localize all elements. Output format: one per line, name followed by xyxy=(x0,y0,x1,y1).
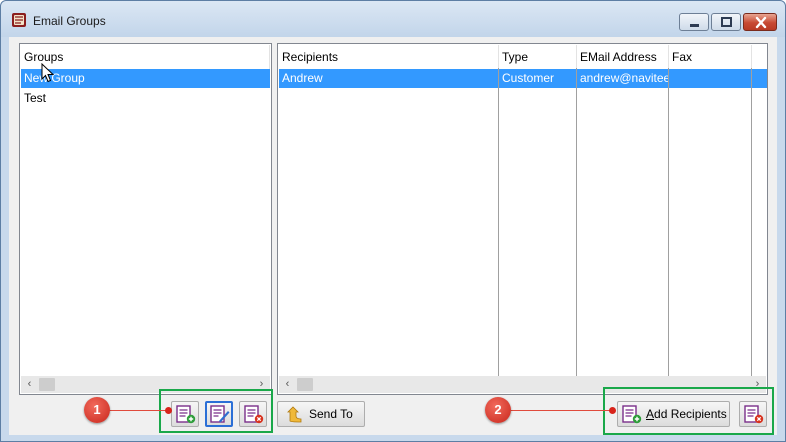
callout-line-1 xyxy=(109,410,169,411)
groups-list[interactable]: Groups New Group Test ‹ › xyxy=(19,43,272,395)
client-area: Groups New Group Test ‹ › Recipients Typ… xyxy=(9,37,777,435)
column-divider xyxy=(576,68,577,376)
column-divider xyxy=(751,68,752,376)
maximize-button[interactable] xyxy=(711,13,741,31)
column-header-fax[interactable]: Fax xyxy=(669,45,752,69)
mouse-cursor-icon xyxy=(41,63,55,83)
email-groups-window: Email Groups Groups New Group Test ‹ › R… xyxy=(0,0,786,442)
column-header-email[interactable]: EMail Address xyxy=(577,45,669,69)
scroll-thumb[interactable] xyxy=(297,378,313,391)
cell-recipient: Andrew xyxy=(282,71,323,85)
cell-fax xyxy=(669,69,752,88)
scroll-left-icon[interactable]: ‹ xyxy=(279,376,296,393)
highlight-box-recipient-buttons xyxy=(603,387,774,435)
list-item[interactable]: Test xyxy=(21,89,270,108)
window-title: Email Groups xyxy=(33,14,106,28)
table-row[interactable]: Andrew Customer andrew@naviteer.c xyxy=(279,69,767,88)
groups-column-header[interactable]: Groups xyxy=(21,45,270,69)
column-header-type[interactable]: Type xyxy=(499,45,577,69)
title-bar[interactable]: Email Groups xyxy=(1,1,785,37)
close-icon xyxy=(755,16,767,29)
close-button[interactable] xyxy=(743,13,777,31)
column-header-recipients[interactable]: Recipients xyxy=(279,45,499,69)
minimize-icon xyxy=(690,24,699,27)
cell-type: Customer xyxy=(502,71,555,85)
scroll-thumb[interactable] xyxy=(39,378,55,391)
callout-dot-1 xyxy=(165,407,172,414)
callout-dot-2 xyxy=(609,407,616,414)
column-divider xyxy=(498,68,499,376)
send-to-button[interactable]: Send To xyxy=(277,401,365,427)
minimize-button[interactable] xyxy=(679,13,709,31)
highlight-box-group-buttons xyxy=(159,389,273,433)
app-icon xyxy=(12,13,26,27)
recipients-list[interactable]: Recipients Type EMail Address Fax Andrew… xyxy=(277,43,768,395)
list-item[interactable]: New Group xyxy=(21,69,270,88)
callout-badge-2: 2 xyxy=(485,397,511,423)
maximize-icon xyxy=(721,17,732,27)
cell-email: andrew@naviteer.c xyxy=(580,71,669,85)
column-divider xyxy=(668,68,669,376)
send-to-label: Send To xyxy=(309,407,353,421)
callout-line-2 xyxy=(509,410,613,411)
callout-badge-1: 1 xyxy=(84,397,110,423)
send-to-icon xyxy=(287,406,302,423)
scroll-left-icon[interactable]: ‹ xyxy=(21,376,38,393)
